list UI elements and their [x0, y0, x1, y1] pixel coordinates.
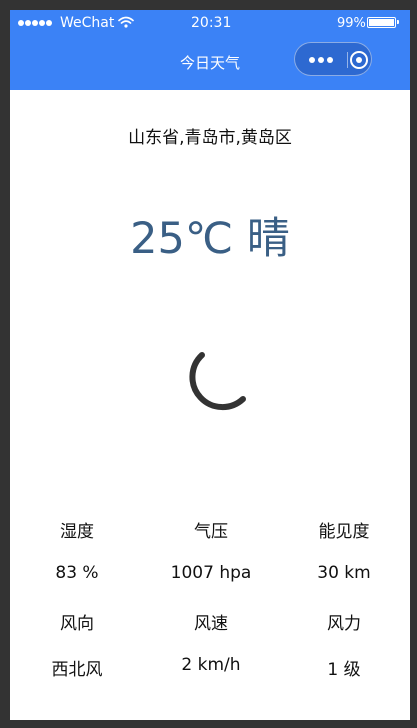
wind-force-value: 1 级 — [327, 660, 361, 680]
wind-direction-label: 风向 — [60, 614, 94, 634]
pressure-value: 1007 hpa — [170, 563, 252, 583]
more-menu-icon[interactable] — [309, 57, 333, 63]
battery-percentage: 99% — [337, 16, 366, 31]
phone-screen: WeChat 20:31 99% 今日天气 山东省,青岛市,黄岛区 25℃ 晴 … — [10, 10, 410, 720]
wind-force-label: 风力 — [327, 614, 361, 634]
wind-speed-label: 风速 — [194, 614, 228, 634]
battery-level — [369, 19, 394, 26]
weather-condition: 晴 — [246, 214, 290, 264]
wind-direction-value: 西北风 — [51, 660, 103, 680]
close-target-icon[interactable] — [349, 50, 369, 70]
navigation-bar: WeChat 20:31 99% 今日天气 — [10, 10, 410, 90]
wind-speed-value: 2 km/h — [181, 655, 241, 675]
temperature-value: 25℃ — [130, 214, 234, 264]
mini-program-capsule — [294, 42, 372, 76]
capsule-divider — [347, 52, 348, 68]
visibility-value: 30 km — [317, 563, 371, 583]
current-conditions: 25℃ 晴 — [10, 212, 410, 266]
pressure-label: 气压 — [194, 522, 228, 542]
battery-icon — [367, 17, 399, 28]
moon-icon — [189, 352, 246, 411]
stats-row-labels-1: 湿度 气压 能见度 — [10, 517, 410, 543]
location-label: 山东省,青岛市,黄岛区 — [128, 128, 292, 148]
visibility-label: 能见度 — [318, 522, 370, 542]
signal-strength-icon — [18, 20, 52, 26]
stats-row-labels-2: 风向 风速 风力 — [10, 609, 410, 635]
humidity-label: 湿度 — [60, 522, 94, 542]
wifi-icon — [118, 16, 134, 28]
status-bar: WeChat 20:31 99% — [10, 10, 410, 36]
carrier-name: WeChat — [60, 15, 115, 31]
stats-row-values-2: 西北风 2 km/h 1 级 — [10, 655, 410, 681]
humidity-value: 83 % — [55, 563, 99, 583]
status-time: 20:31 — [191, 15, 232, 31]
stats-row-values-1: 83 % 1007 hpa 30 km — [10, 563, 410, 589]
